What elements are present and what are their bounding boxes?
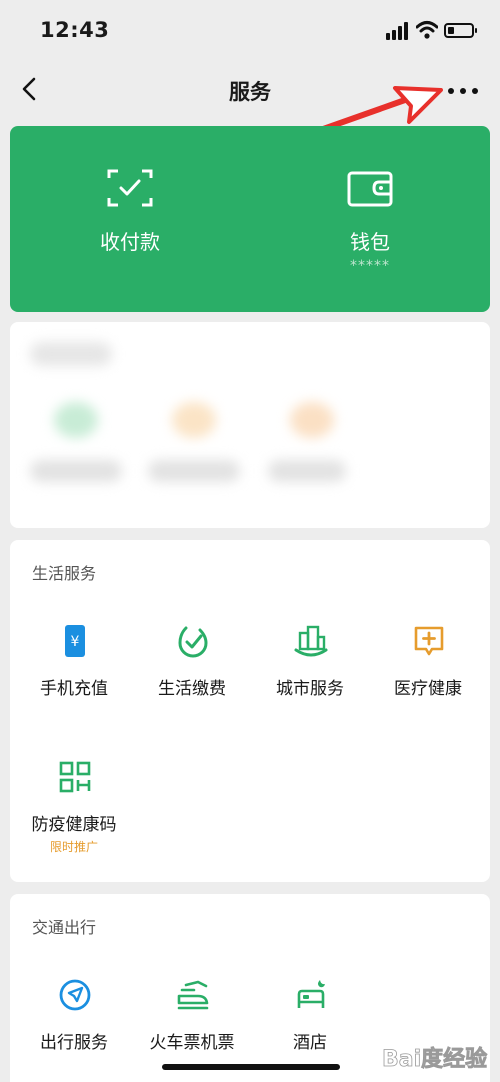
phone-recharge-icon: ¥: [65, 625, 85, 657]
travel-service-button[interactable]: 出行服务: [14, 978, 134, 1068]
nav-bar: 服务: [0, 62, 500, 118]
city-service-label: 城市服务: [276, 679, 344, 699]
blurred-icon: [290, 402, 334, 438]
blurred-label: [268, 460, 346, 482]
hotel-icon: [297, 980, 325, 1008]
status-time: 12:43: [40, 18, 110, 42]
signal-icon: [386, 22, 412, 40]
blurred-icon: [172, 402, 216, 438]
section-transport: 交通出行 出行服务 火车票机票 酒店: [10, 894, 490, 1082]
wallet-label: 钱包: [350, 230, 390, 254]
city-service-icon: [294, 625, 328, 657]
utility-bill-button[interactable]: 生活缴费: [132, 624, 252, 714]
blurred-label: [30, 460, 122, 482]
scan-pay-icon: [107, 169, 153, 207]
blurred-label: [148, 460, 240, 482]
travel-service-icon: [59, 979, 91, 1011]
battery-icon: [444, 23, 477, 38]
train-ticket-icon: [177, 980, 209, 1010]
more-options-button[interactable]: [446, 76, 482, 104]
page-title: 服务: [229, 80, 271, 104]
promo-badge: 限时推广: [49, 840, 98, 854]
hotel-button[interactable]: 酒店: [250, 978, 370, 1068]
train-ticket-label: 火车票机票: [149, 1033, 235, 1053]
blurred-services-card: [10, 322, 490, 528]
health-code-label: 防疫健康码: [31, 815, 117, 835]
health-code-button[interactable]: 防疫健康码 限时推广: [14, 760, 134, 860]
train-ticket-button[interactable]: 火车票机票: [132, 978, 252, 1068]
phone-recharge-label: 手机充值: [40, 679, 108, 699]
medical-health-icon: [414, 626, 444, 656]
blurred-icon: [54, 402, 98, 438]
pay-collect-button[interactable]: 收付款: [10, 126, 250, 312]
section-life-services: 生活服务 ¥ 手机充值 生活缴费 城市服务 医疗健康 防疫健康码 限时推广: [10, 540, 490, 882]
utility-bill-label: 生活缴费: [158, 679, 226, 699]
phone-recharge-button[interactable]: ¥ 手机充值: [14, 624, 134, 714]
hotel-label: 酒店: [293, 1033, 327, 1053]
svg-text:¥: ¥: [71, 634, 80, 650]
status-bar: 12:43: [0, 0, 500, 62]
wallet-balance-masked: *****: [350, 258, 390, 274]
health-code-icon: [59, 761, 91, 793]
wallet-icon: [347, 171, 393, 207]
wallet-button[interactable]: 钱包 *****: [250, 126, 490, 312]
section-title: 生活服务: [32, 564, 97, 583]
pay-collect-label: 收付款: [100, 230, 160, 254]
city-service-button[interactable]: 城市服务: [250, 624, 370, 714]
pay-card: 收付款 钱包 *****: [10, 126, 490, 312]
blurred-title: [30, 342, 112, 366]
medical-health-label: 医疗健康: [394, 679, 462, 699]
utility-bill-icon: [178, 626, 208, 658]
section-title: 交通出行: [32, 918, 97, 937]
medical-health-button[interactable]: 医疗健康: [368, 624, 488, 714]
home-indicator[interactable]: [162, 1064, 340, 1070]
travel-service-label: 出行服务: [40, 1033, 108, 1053]
wifi-icon: [416, 21, 438, 39]
